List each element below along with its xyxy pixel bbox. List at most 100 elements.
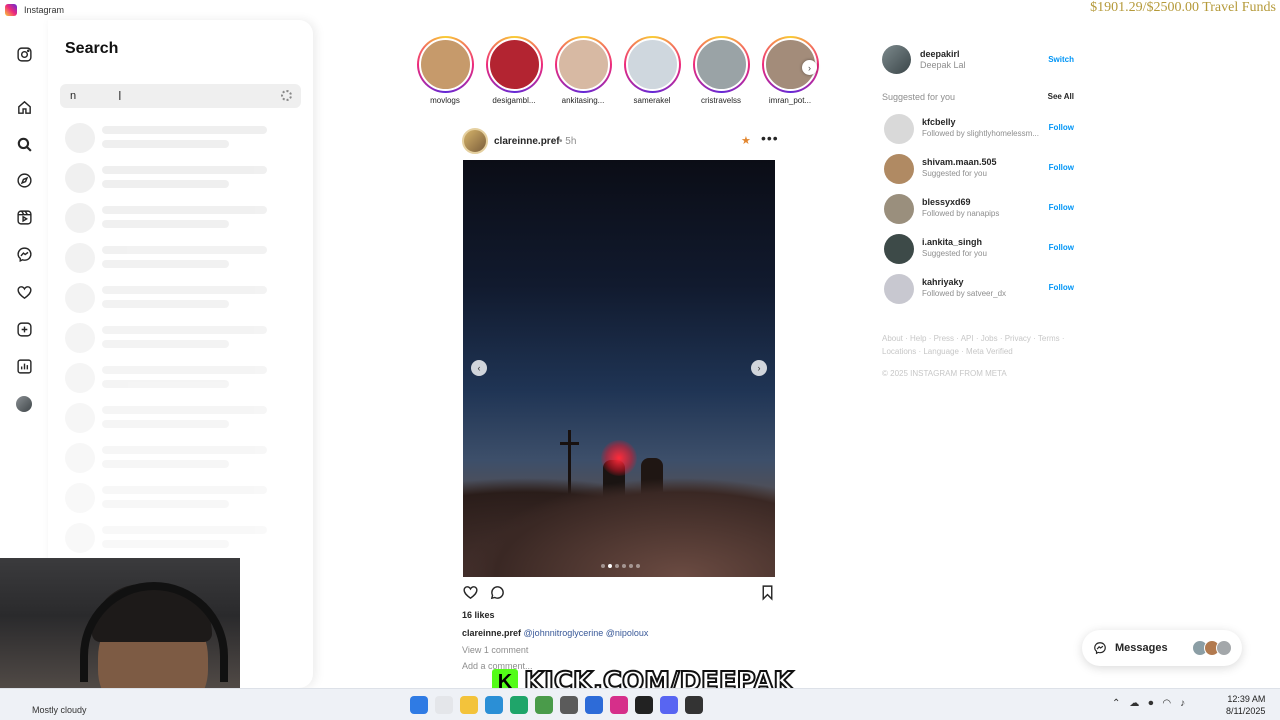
app-icon[interactable] <box>560 696 578 714</box>
edge-icon[interactable] <box>510 696 528 714</box>
explore-icon[interactable] <box>14 170 34 190</box>
chevron-up-icon[interactable]: ⌃ <box>1112 698 1120 709</box>
travel-funds-overlay: $1901.29/$2500.00 Travel Funds <box>1090 0 1276 15</box>
taskbar-clock[interactable]: 12:39 AM 8/11/2025 <box>1226 693 1265 717</box>
follow-button[interactable]: Follow <box>1049 243 1074 252</box>
follow-button[interactable]: Follow <box>1049 283 1074 292</box>
create-plus-icon[interactable] <box>14 319 34 339</box>
follow-button[interactable]: Follow <box>1049 203 1074 212</box>
suggestion-username[interactable]: kahriyaky <box>922 277 964 287</box>
follow-button[interactable]: Follow <box>1049 123 1074 132</box>
story-username: ankitasing... <box>561 96 605 105</box>
cloud-icon[interactable]: ☁ <box>1129 698 1139 709</box>
story-ring <box>485 36 543 93</box>
search-icon[interactable] <box>14 134 34 154</box>
story-avatar <box>556 38 610 91</box>
file-explorer-icon[interactable] <box>460 696 478 714</box>
chrome-icon[interactable] <box>535 696 553 714</box>
skeleton-line <box>102 460 229 468</box>
skeleton-row <box>65 243 305 273</box>
instagram-logo-icon[interactable] <box>14 44 34 64</box>
footer-links[interactable]: About · Help · Press · API · Jobs · Priv… <box>882 332 1072 358</box>
terminal-icon[interactable] <box>635 696 653 714</box>
store-icon[interactable] <box>485 696 503 714</box>
search-input[interactable] <box>60 84 260 108</box>
skeleton-line <box>102 366 267 374</box>
volume-icon[interactable]: ♪ <box>1180 698 1185 709</box>
suggestion-avatar[interactable] <box>884 114 914 144</box>
mic-icon[interactable]: ⏺ <box>1148 698 1153 709</box>
post-author-username[interactable]: clareinne.pref <box>494 136 560 147</box>
copyright: © 2025 INSTAGRAM FROM META <box>882 369 1007 378</box>
carousel-dot <box>615 564 619 568</box>
suggestion-username[interactable]: blessyxd69 <box>922 197 971 207</box>
current-account-avatar[interactable] <box>882 45 911 74</box>
suggestion-avatar[interactable] <box>884 194 914 224</box>
switch-account-link[interactable]: Switch <box>1048 55 1074 64</box>
window-titlebar: Instagram <box>0 0 1280 20</box>
story-item[interactable]: desigambl... <box>484 36 544 105</box>
wifi-icon[interactable]: ◠ <box>1162 698 1171 709</box>
rocky-ground <box>463 477 775 577</box>
story-ring <box>623 36 681 93</box>
story-item[interactable]: movlogs <box>415 36 475 105</box>
comment-icon[interactable] <box>489 584 506 601</box>
caption-mentions[interactable]: @johnnitroglycerine @nipoloux <box>524 628 649 638</box>
reels-icon[interactable] <box>14 207 34 227</box>
messenger-icon <box>1094 642 1106 655</box>
story-item[interactable]: samerakel <box>622 36 682 105</box>
caption-username[interactable]: clareinne.pref <box>462 628 521 638</box>
like-count[interactable]: 16 likes <box>462 610 495 620</box>
skeleton-line <box>102 206 267 214</box>
post-header: clareinne.pref • 5h ★ ••• <box>462 128 779 156</box>
post-author-avatar[interactable] <box>462 128 488 154</box>
obs-icon[interactable] <box>685 696 703 714</box>
carousel-next-button[interactable]: › <box>751 360 767 376</box>
skeleton-row <box>65 203 305 233</box>
dashboard-icon[interactable] <box>14 356 34 376</box>
stories-next-button[interactable]: › <box>802 60 817 75</box>
windows-start-icon[interactable] <box>410 696 428 714</box>
messages-button[interactable]: Messages <box>1082 630 1242 666</box>
suggestion-username[interactable]: shivam.maan.505 <box>922 157 997 167</box>
save-bookmark-icon[interactable] <box>759 584 776 601</box>
follow-button[interactable]: Follow <box>1049 163 1074 172</box>
more-options-icon[interactable]: ••• <box>761 130 779 146</box>
current-account-name: Deepak Lal <box>920 60 966 70</box>
current-account: deepakirl Deepak Lal Switch <box>882 45 1077 75</box>
skeleton-line <box>102 166 267 174</box>
skeleton-avatar <box>65 323 95 353</box>
home-icon[interactable] <box>14 97 34 117</box>
search-field[interactable]: I <box>60 84 301 108</box>
current-account-username[interactable]: deepakirl <box>920 49 960 59</box>
carousel-dot <box>629 564 633 568</box>
carousel-prev-button[interactable]: ‹ <box>471 360 487 376</box>
suggestion-avatar[interactable] <box>884 154 914 184</box>
story-item[interactable]: cristravelss <box>691 36 751 105</box>
skeleton-line <box>102 180 229 188</box>
weather-text[interactable]: Mostly cloudy <box>32 705 87 715</box>
view-comments-link[interactable]: View 1 comment <box>462 645 528 655</box>
suggestion-username[interactable]: kfcbelly <box>922 117 956 127</box>
vscode-icon[interactable] <box>585 696 603 714</box>
profile-avatar-icon[interactable] <box>14 394 34 414</box>
see-all-link[interactable]: See All <box>1048 92 1074 101</box>
suggestion-avatar[interactable] <box>884 274 914 304</box>
headset <box>80 582 228 682</box>
taskbar-search-icon[interactable] <box>435 696 453 714</box>
avatar <box>1216 640 1232 656</box>
skeleton-line <box>102 260 229 268</box>
like-heart-icon[interactable] <box>462 584 479 601</box>
carousel-dot <box>622 564 626 568</box>
system-tray: ⌃ ☁ ⏺ ◠ ♪ <box>1112 698 1185 709</box>
post-image[interactable]: ‹ › <box>463 160 775 577</box>
suggestion-username[interactable]: i.ankita_singh <box>922 237 982 247</box>
suggestion-avatar[interactable] <box>884 234 914 264</box>
discord-icon[interactable] <box>660 696 678 714</box>
story-username: imran_pot... <box>768 96 812 105</box>
story-item[interactable]: ankitasing... <box>553 36 613 105</box>
skeleton-line <box>102 540 229 548</box>
messenger-icon[interactable] <box>14 244 34 264</box>
notifications-heart-icon[interactable] <box>14 282 34 302</box>
instagram-taskbar-icon[interactable] <box>610 696 628 714</box>
